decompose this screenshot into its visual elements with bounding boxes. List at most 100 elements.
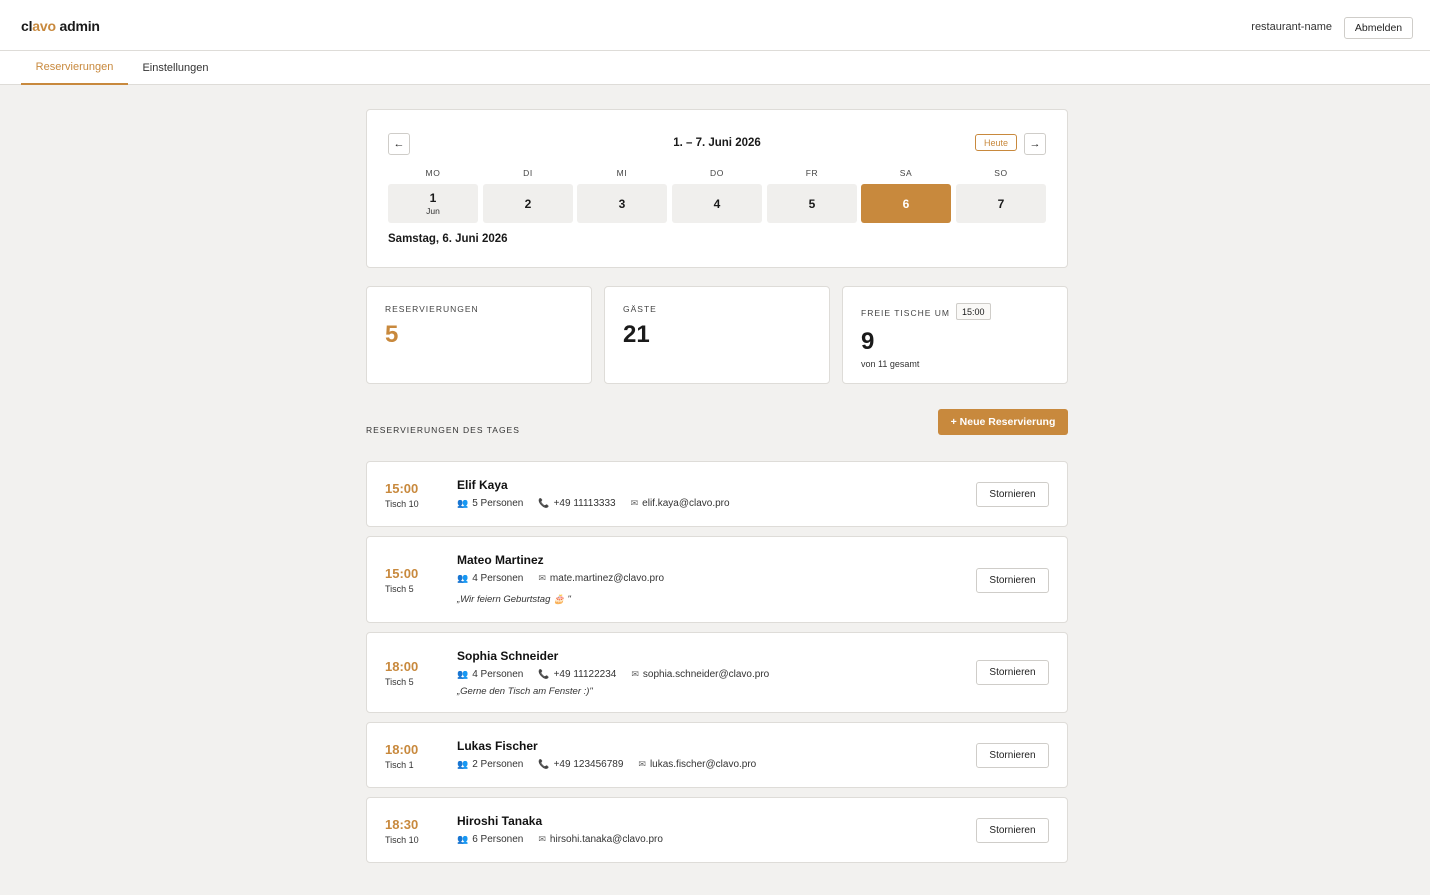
day-number: 4 (713, 196, 721, 211)
persons-info: 👥 4 Personen (457, 573, 523, 584)
reservation-meta: 👥 5 Personen 📞 +49 11113333 ✉ elif.kaya@cla… (457, 498, 745, 509)
reservation-table: Tisch 1 (385, 760, 414, 770)
mail-icon: ✉ (638, 759, 646, 769)
email-info: ✉ sophia.schneider@clavo.pro (631, 669, 769, 680)
reservation-card: 18:00 Tisch 5 Sophia Schneider 👥 4 Person… (366, 632, 1068, 713)
logo-text-1: cl (21, 18, 33, 34)
day-cell[interactable]: 5 (767, 184, 857, 223)
weekday-label: FR (805, 168, 819, 178)
day-number: 3 (618, 196, 626, 211)
week-calendar: ← 1. – 7. Juni 2026 Heute → MO DI MI DO … (366, 109, 1068, 268)
stat-value: 9 (861, 328, 875, 355)
reservation-meta: 👥 6 Personen ✉ hirsohi.tanaka@clavo.pro (457, 834, 678, 845)
phone-number[interactable]: +49 123456789 (554, 759, 624, 770)
stat-value: 21 (623, 321, 650, 348)
logout-button[interactable]: Abmelden (1344, 17, 1413, 39)
day-cell[interactable]: 2 (483, 184, 573, 223)
tab-settings[interactable]: Einstellungen (128, 51, 223, 85)
persons-info: 👥 6 Personen (457, 834, 523, 845)
guest-name: Elif Kaya (457, 478, 508, 492)
phone-info: 📞 +49 123456789 (538, 759, 623, 770)
reservation-card: 15:00 Tisch 5 Mateo Martinez 👥 4 Personen… (366, 536, 1068, 623)
phone-number[interactable]: +49 11122234 (554, 669, 617, 680)
day-month: Jun (426, 206, 440, 216)
weekday-label: DO (710, 168, 724, 178)
day-cell-selected[interactable]: 6 (861, 184, 951, 223)
email-info: ✉ elif.kaya@clavo.pro (631, 498, 730, 509)
reservation-table: Tisch 5 (385, 584, 414, 594)
cancel-button[interactable]: Stornieren (976, 660, 1049, 685)
phone-info: 📞 +49 11122234 (538, 669, 616, 680)
stat-card-free-tables: FREIE TISCHE UM 15:00 9 von 11 gesamt (842, 286, 1068, 384)
reservation-table: Tisch 10 (385, 499, 419, 509)
reservation-card: 15:00 Tisch 10 Elif Kaya 👥 5 Personen 📞 +4… (366, 461, 1068, 527)
email-address[interactable]: lukas.fischer@clavo.pro (650, 759, 756, 770)
reservation-time: 18:30 (385, 817, 419, 832)
cancel-button[interactable]: Stornieren (976, 818, 1049, 843)
reservation-note: „Wir feiern Geburtstag 🎂 " (457, 594, 571, 605)
mail-icon: ✉ (538, 834, 546, 844)
persons-count: 4 Personen (472, 669, 524, 680)
mail-icon: ✉ (631, 669, 639, 679)
day-cell[interactable]: 1 Jun (388, 184, 478, 223)
cancel-button[interactable]: Stornieren (976, 568, 1049, 593)
email-address[interactable]: hirsohi.tanaka@clavo.pro (550, 834, 663, 845)
email-address[interactable]: mate.martinez@clavo.pro (550, 573, 664, 584)
persons-info: 👥 4 Personen (457, 669, 523, 680)
tab-bar: Reservierungen Einstellungen (0, 51, 1430, 85)
stat-card-guests: GÄSTE 21 (604, 286, 830, 384)
guest-name: Sophia Schneider (457, 649, 559, 663)
people-icon: 👥 (457, 669, 469, 679)
reservation-card: 18:00 Tisch 1 Lukas Fischer 👥 2 Personen … (366, 722, 1068, 788)
day-number: 7 (997, 196, 1005, 211)
next-week-button[interactable]: → (1024, 133, 1046, 155)
restaurant-name: restaurant-name (1251, 21, 1332, 33)
phone-icon: 📞 (538, 498, 550, 508)
cancel-button[interactable]: Stornieren (976, 482, 1049, 507)
cancel-button[interactable]: Stornieren (976, 743, 1049, 768)
today-button[interactable]: Heute (975, 134, 1017, 151)
time-select[interactable]: 15:00 (956, 303, 991, 320)
reservation-time: 15:00 (385, 566, 419, 581)
new-reservation-button[interactable]: + Neue Reservierung (938, 409, 1068, 435)
weekday-label: SO (994, 168, 1008, 178)
weekday-label: MO (425, 168, 441, 178)
mail-icon: ✉ (538, 573, 546, 583)
day-number: 5 (808, 196, 816, 211)
day-cell[interactable]: 4 (672, 184, 762, 223)
arrow-right-icon: → (1029, 138, 1041, 150)
email-address[interactable]: elif.kaya@clavo.pro (642, 498, 729, 509)
persons-info: 👥 5 Personen (457, 498, 523, 509)
reservation-table: Tisch 10 (385, 835, 419, 845)
persons-count: 5 Personen (472, 498, 524, 509)
people-icon: 👥 (457, 573, 469, 583)
day-cell[interactable]: 7 (956, 184, 1046, 223)
reservation-table: Tisch 5 (385, 677, 414, 687)
day-cell[interactable]: 3 (577, 184, 667, 223)
stat-subtext: von 11 gesamt (861, 359, 920, 369)
day-number: 1 (429, 191, 437, 205)
guest-name: Mateo Martinez (457, 553, 544, 567)
persons-count: 2 Personen (472, 759, 524, 770)
persons-info: 👥 2 Personen (457, 759, 523, 770)
section-title: RESERVIERUNGEN DES TAGES (366, 425, 520, 435)
reservation-meta: 👥 4 Personen ✉ mate.martinez@clavo.pro (457, 573, 679, 584)
stat-value: 5 (385, 321, 399, 348)
reservation-time: 18:00 (385, 742, 419, 757)
people-icon: 👥 (457, 759, 469, 769)
day-number: 6 (902, 196, 910, 211)
reservation-meta: 👥 2 Personen 📞 +49 123456789 ✉ lukas.fische… (457, 759, 771, 770)
tab-reservations[interactable]: Reservierungen (21, 51, 128, 85)
day-number: 2 (524, 196, 532, 211)
mail-icon: ✉ (630, 498, 639, 508)
email-info: ✉ mate.martinez@clavo.pro (538, 573, 664, 584)
weekday-label: MI (616, 168, 628, 178)
email-info: ✉ lukas.fischer@clavo.pro (638, 759, 756, 770)
week-range: 1. – 7. Juni 2026 (673, 137, 761, 149)
top-bar: clavo admin restaurant-name Abmelden (0, 0, 1430, 51)
app-logo[interactable]: clavo admin (21, 18, 100, 34)
email-info: ✉ hirsohi.tanaka@clavo.pro (538, 834, 663, 845)
logo-text-accent: avo (32, 18, 56, 34)
phone-number[interactable]: +49 11113333 (554, 498, 616, 509)
email-address[interactable]: sophia.schneider@clavo.pro (643, 669, 769, 680)
